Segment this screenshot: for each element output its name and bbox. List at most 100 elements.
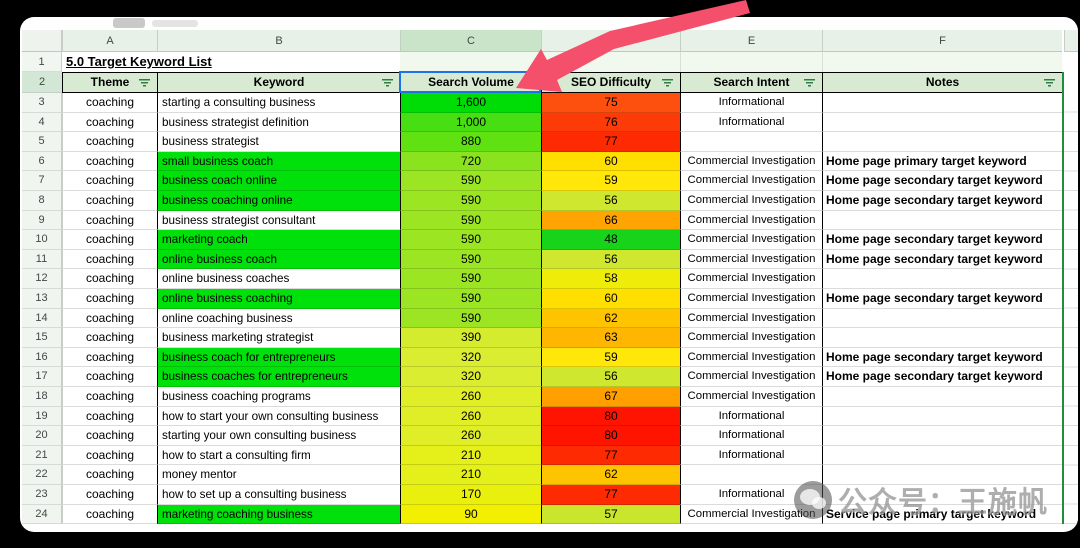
search-intent-cell[interactable]: Commercial Investigation (680, 250, 822, 270)
theme-cell[interactable]: coaching (62, 367, 157, 387)
notes-cell[interactable]: Home page secondary target keyword (822, 367, 1062, 387)
search-volume-cell[interactable]: 260 (400, 426, 541, 446)
keyword-cell[interactable]: how to set up a consulting business (157, 485, 400, 505)
row-number[interactable]: 11 (22, 250, 62, 270)
row-number[interactable]: 3 (22, 93, 62, 113)
seo-difficulty-cell[interactable]: 63 (541, 328, 680, 348)
search-intent-cell[interactable]: Commercial Investigation (680, 309, 822, 329)
seo-difficulty-cell[interactable]: 76 (541, 113, 680, 133)
search-volume-cell[interactable]: 590 (400, 171, 541, 191)
keyword-cell[interactable]: business coaches for entrepreneurs (157, 367, 400, 387)
theme-cell[interactable]: coaching (62, 171, 157, 191)
row-number[interactable]: 12 (22, 269, 62, 289)
seo-difficulty-cell[interactable]: 57 (541, 505, 680, 525)
notes-cell[interactable]: Home page secondary target keyword (822, 289, 1062, 309)
notes-cell[interactable] (822, 387, 1062, 407)
theme-cell[interactable]: coaching (62, 328, 157, 348)
seo-difficulty-cell[interactable]: 56 (541, 250, 680, 270)
search-volume-cell[interactable]: 590 (400, 230, 541, 250)
keyword-cell[interactable]: online coaching business (157, 309, 400, 329)
keyword-cell[interactable]: business strategist (157, 132, 400, 152)
notes-cell[interactable]: Home page secondary target keyword (822, 348, 1062, 368)
notes-cell[interactable] (822, 269, 1062, 289)
row-number[interactable]: 13 (22, 289, 62, 309)
seo-difficulty-cell[interactable]: 77 (541, 446, 680, 466)
search-intent-cell[interactable]: Informational (680, 407, 822, 427)
search-volume-cell[interactable]: 210 (400, 446, 541, 466)
theme-cell[interactable]: coaching (62, 309, 157, 329)
keyword-cell[interactable]: online business coach (157, 250, 400, 270)
theme-cell[interactable]: coaching (62, 485, 157, 505)
seo-difficulty-cell[interactable]: 59 (541, 348, 680, 368)
notes-cell[interactable] (822, 113, 1062, 133)
search-intent-cell[interactable]: Informational (680, 113, 822, 133)
keyword-cell[interactable]: how to start a consulting firm (157, 446, 400, 466)
seo-difficulty-cell[interactable]: 62 (541, 465, 680, 485)
keyword-cell[interactable]: small business coach (157, 152, 400, 172)
seo-difficulty-cell[interactable]: 59 (541, 171, 680, 191)
search-intent-cell[interactable]: Commercial Investigation (680, 348, 822, 368)
seo-difficulty-cell[interactable]: 77 (541, 132, 680, 152)
seo-difficulty-cell[interactable]: 77 (541, 485, 680, 505)
notes-cell[interactable] (822, 309, 1062, 329)
search-intent-cell[interactable]: Informational (680, 446, 822, 466)
notes-cell[interactable] (822, 446, 1062, 466)
theme-cell[interactable]: coaching (62, 113, 157, 133)
notes-cell[interactable] (822, 328, 1062, 348)
notes-cell[interactable]: Service page primary target keyword (822, 505, 1062, 525)
keyword-cell[interactable]: online business coaching (157, 289, 400, 309)
theme-cell[interactable]: coaching (62, 407, 157, 427)
row-number[interactable]: 23 (22, 485, 62, 505)
search-intent-cell[interactable]: Informational (680, 426, 822, 446)
search-volume-cell[interactable]: 590 (400, 269, 541, 289)
keyword-cell[interactable]: marketing coaching business (157, 505, 400, 525)
theme-cell[interactable]: coaching (62, 250, 157, 270)
seo-difficulty-cell[interactable]: 67 (541, 387, 680, 407)
search-intent-cell[interactable]: Commercial Investigation (680, 387, 822, 407)
notes-cell[interactable] (822, 211, 1062, 231)
notes-cell[interactable] (822, 426, 1062, 446)
seo-difficulty-cell[interactable]: 80 (541, 407, 680, 427)
notes-cell[interactable] (822, 132, 1062, 152)
theme-cell[interactable]: coaching (62, 446, 157, 466)
notes-cell[interactable]: Home page secondary target keyword (822, 171, 1062, 191)
search-volume-cell[interactable]: 260 (400, 407, 541, 427)
seo-difficulty-cell[interactable]: 56 (541, 367, 680, 387)
search-volume-cell[interactable]: 590 (400, 289, 541, 309)
search-volume-cell[interactable]: 320 (400, 367, 541, 387)
row-number[interactable]: 15 (22, 328, 62, 348)
search-intent-cell[interactable]: Commercial Investigation (680, 505, 822, 525)
notes-cell[interactable]: Home page secondary target keyword (822, 250, 1062, 270)
keyword-cell[interactable]: business marketing strategist (157, 328, 400, 348)
row-number[interactable]: 16 (22, 348, 62, 368)
keyword-cell[interactable]: business coaching programs (157, 387, 400, 407)
search-intent-cell[interactable]: Commercial Investigation (680, 171, 822, 191)
search-intent-cell[interactable]: Commercial Investigation (680, 328, 822, 348)
search-intent-cell[interactable]: Commercial Investigation (680, 367, 822, 387)
seo-difficulty-cell[interactable]: 60 (541, 289, 680, 309)
keyword-cell[interactable]: starting a consulting business (157, 93, 400, 113)
theme-cell[interactable]: coaching (62, 426, 157, 446)
row-number[interactable]: 14 (22, 309, 62, 329)
seo-difficulty-cell[interactable]: 75 (541, 93, 680, 113)
notes-cell[interactable] (822, 485, 1062, 505)
row-number[interactable]: 19 (22, 407, 62, 427)
row-number[interactable]: 7 (22, 171, 62, 191)
seo-difficulty-cell[interactable]: 80 (541, 426, 680, 446)
theme-cell[interactable]: coaching (62, 93, 157, 113)
notes-cell[interactable] (822, 93, 1062, 113)
row-number[interactable]: 20 (22, 426, 62, 446)
search-volume-cell[interactable]: 390 (400, 328, 541, 348)
search-intent-cell[interactable] (680, 465, 822, 485)
row-number[interactable]: 24 (22, 505, 62, 525)
seo-difficulty-cell[interactable]: 60 (541, 152, 680, 172)
search-intent-cell[interactable]: Commercial Investigation (680, 191, 822, 211)
theme-cell[interactable]: coaching (62, 505, 157, 525)
keyword-cell[interactable]: business coach for entrepreneurs (157, 348, 400, 368)
row-number[interactable]: 22 (22, 465, 62, 485)
keyword-cell[interactable]: business strategist consultant (157, 211, 400, 231)
theme-cell[interactable]: coaching (62, 465, 157, 485)
theme-cell[interactable]: coaching (62, 230, 157, 250)
row-number[interactable]: 5 (22, 132, 62, 152)
search-intent-cell[interactable] (680, 132, 822, 152)
